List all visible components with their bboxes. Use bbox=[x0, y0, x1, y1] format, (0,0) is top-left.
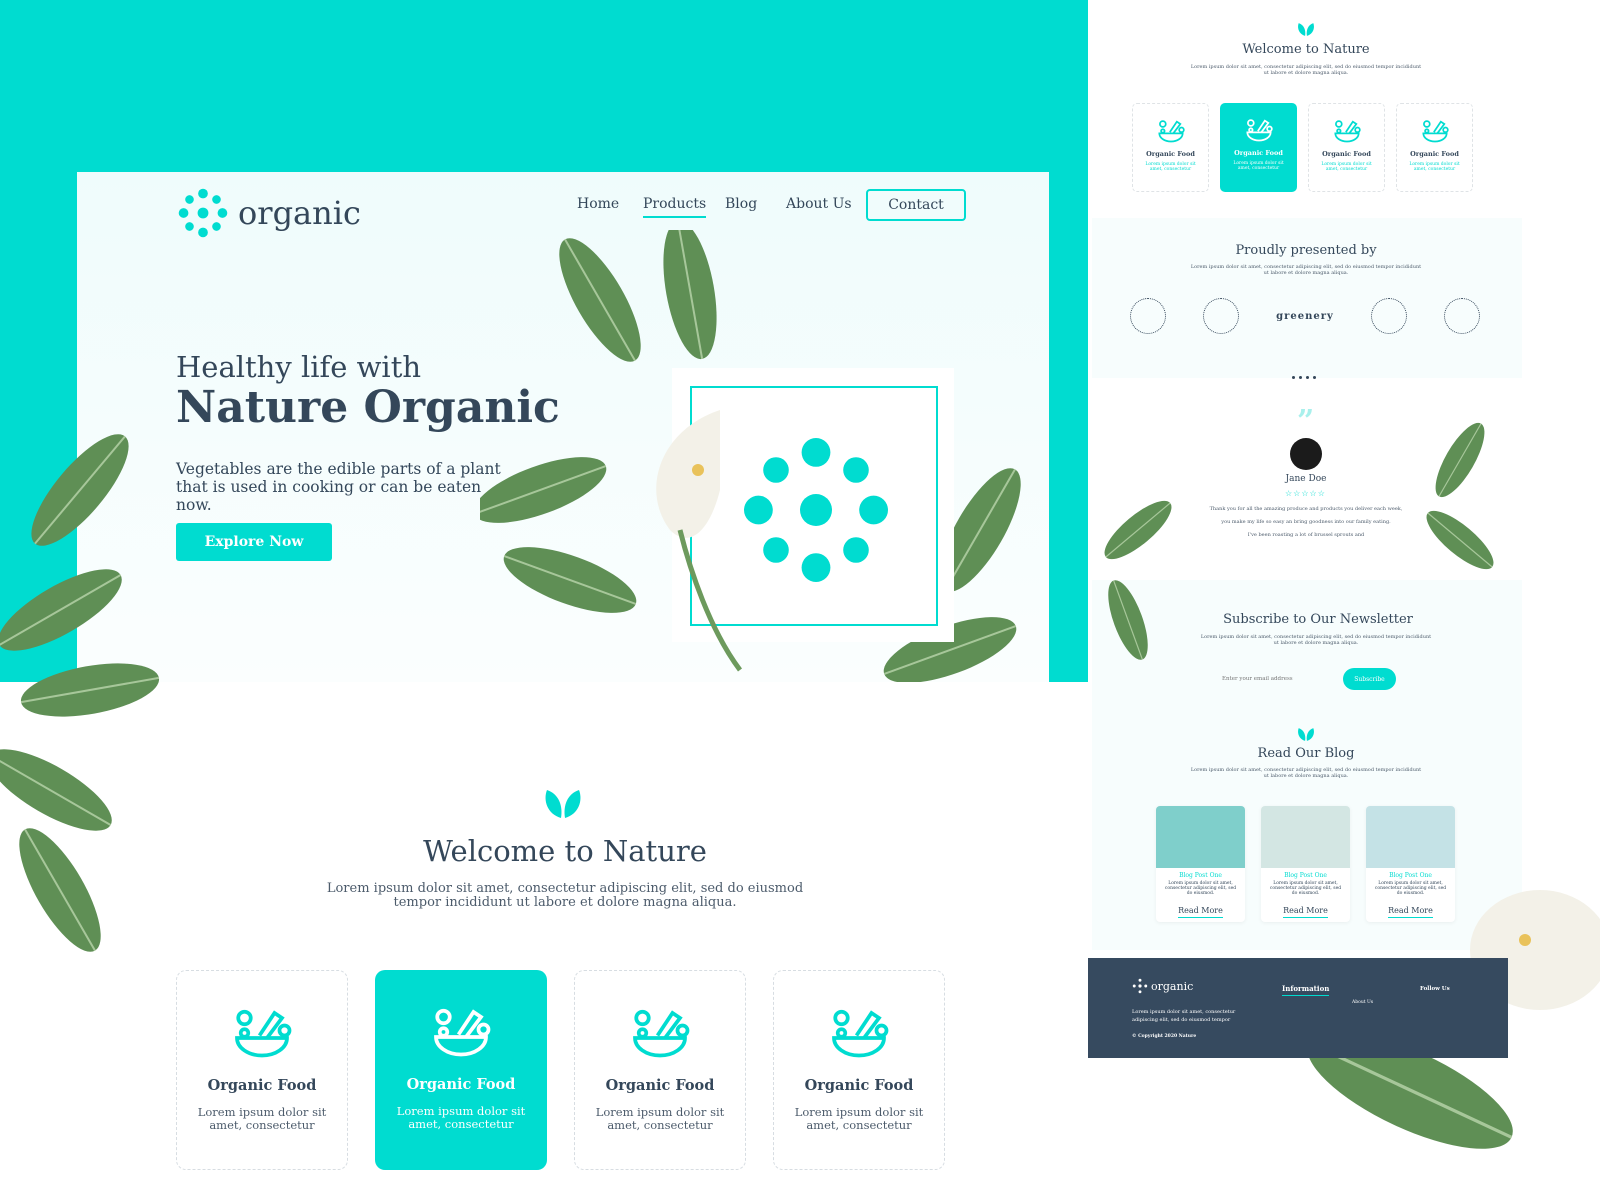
feature-cards: Organic Food Lorem ipsum dolor sit amet, … bbox=[176, 970, 945, 1170]
hero-description: Vegetables are the edible parts of a pla… bbox=[176, 460, 501, 514]
blog-post-title[interactable]: Blog Post One bbox=[1156, 872, 1245, 879]
footer-about-link[interactable]: About Us bbox=[1352, 1000, 1373, 1005]
salad-bowl-icon bbox=[832, 1009, 889, 1058]
nav-home[interactable]: Home bbox=[577, 196, 619, 212]
card-title: Organic Food bbox=[1322, 150, 1371, 158]
newsletter-text: Lorem ipsum dolor sit amet, consectetur … bbox=[1200, 634, 1432, 646]
partner-logo-greenery: greenery bbox=[1276, 310, 1334, 322]
star-rating: ☆☆☆☆☆ bbox=[1285, 489, 1326, 498]
hero-title: Nature Organic bbox=[176, 382, 560, 433]
salad-bowl-icon bbox=[1421, 120, 1449, 143]
footer: organic Lorem ipsum dolor sit amet, cons… bbox=[1088, 958, 1508, 1058]
salad-bowl-icon bbox=[633, 1009, 690, 1058]
mini-card-highlighted[interactable]: Organic Food Lorem ipsum dolor sit amet, … bbox=[1220, 103, 1297, 192]
leaf-icon bbox=[1298, 23, 1314, 36]
nav-blog[interactable]: Blog bbox=[725, 196, 757, 212]
card-title: Organic Food bbox=[804, 1077, 914, 1094]
subscribe-button[interactable]: Subscribe bbox=[1343, 668, 1396, 690]
hero-subtitle: Healthy life with bbox=[176, 350, 422, 384]
presented-text: Lorem ipsum dolor sit amet, consectetur … bbox=[1190, 264, 1422, 276]
card-title: Organic Food bbox=[1234, 149, 1283, 157]
partner-logo bbox=[1203, 298, 1240, 334]
blog-text: Lorem ipsum dolor sit amet, consectetur … bbox=[1190, 767, 1422, 779]
mini-card[interactable]: Organic Food Lorem ipsum dolor sit amet, … bbox=[1396, 103, 1473, 192]
quote-icon: ” bbox=[1297, 404, 1315, 439]
brand-name: organic bbox=[238, 194, 361, 232]
salad-bowl-icon bbox=[1245, 119, 1273, 142]
card-text: Lorem ipsum dolor sit amet, consectetur bbox=[197, 1105, 327, 1132]
copyright: © Copyright 2020 Nature bbox=[1132, 1034, 1197, 1039]
avatar bbox=[1290, 438, 1322, 470]
nav-about-us[interactable]: About Us bbox=[786, 196, 852, 212]
nav-products[interactable]: Products bbox=[643, 196, 707, 218]
card-text: Lorem ipsum dolor sit amet, consectetur bbox=[1145, 162, 1196, 172]
salad-bowl-icon bbox=[235, 1009, 292, 1058]
card-title: Organic Food bbox=[406, 1076, 516, 1093]
mini-welcome-text: Lorem ipsum dolor sit amet, consectetur … bbox=[1190, 64, 1422, 76]
welcome-text: Lorem ipsum dolor sit amet, consectetur … bbox=[326, 881, 804, 910]
partner-logo bbox=[1130, 298, 1166, 334]
presented-title: Proudly presented by bbox=[1235, 243, 1377, 258]
card-text: Lorem ipsum dolor sit amet, consectetur bbox=[1409, 162, 1460, 172]
feature-card[interactable]: Organic Food Lorem ipsum dolor sit amet, … bbox=[176, 970, 348, 1170]
partner-logo bbox=[1370, 298, 1407, 334]
leaf-icon bbox=[545, 790, 581, 818]
card-text: Lorem ipsum dolor sit amet, consectetur bbox=[1233, 161, 1284, 171]
mini-card[interactable]: Organic Food Lorem ipsum dolor sit amet, … bbox=[1308, 103, 1385, 192]
card-title: Organic Food bbox=[605, 1077, 715, 1094]
leaf-icon bbox=[1298, 728, 1314, 741]
footer-follow-heading: Follow Us bbox=[1420, 986, 1450, 992]
salad-bowl-icon bbox=[1333, 120, 1361, 143]
contact-button[interactable]: Contact bbox=[866, 189, 966, 221]
card-text: Lorem ipsum dolor sit amet, consectetur bbox=[1321, 162, 1372, 172]
footer-text: Lorem ipsum dolor sit amet, consectetur … bbox=[1132, 1009, 1236, 1023]
mini-card[interactable]: Organic Food Lorem ipsum dolor sit amet, … bbox=[1132, 103, 1209, 192]
footer-logo[interactable]: organic bbox=[1132, 978, 1193, 994]
welcome-title: Welcome to Nature bbox=[423, 834, 707, 868]
feature-card-highlighted[interactable]: Organic Food Lorem ipsum dolor sit amet, … bbox=[375, 970, 547, 1170]
carousel-dots[interactable] bbox=[1290, 364, 1318, 383]
blog-image bbox=[1156, 806, 1245, 868]
blog-title: Read Our Blog bbox=[1257, 746, 1355, 761]
blog-card[interactable]: Blog Post One Lorem ipsum dolor sit amet,… bbox=[1156, 806, 1245, 922]
newsletter-title: Subscribe to Our Newsletter bbox=[1223, 612, 1413, 627]
partner-logos: greenery bbox=[1130, 298, 1480, 334]
card-title: Organic Food bbox=[207, 1077, 317, 1094]
feature-card[interactable]: Organic Food Lorem ipsum dolor sit amet, … bbox=[773, 970, 945, 1170]
blog-image bbox=[1261, 806, 1350, 868]
explore-now-button[interactable]: Explore Now bbox=[176, 523, 332, 561]
blog-image bbox=[1366, 806, 1455, 868]
calla-lily-illustration bbox=[656, 410, 743, 672]
card-text: Lorem ipsum dolor sit amet, consectetur bbox=[794, 1105, 924, 1132]
card-text: Lorem ipsum dolor sit amet, consectetur bbox=[595, 1105, 725, 1132]
read-more-link[interactable]: Read More bbox=[1178, 906, 1223, 918]
logo-mandala-icon bbox=[178, 188, 228, 238]
card-title: Organic Food bbox=[1146, 150, 1195, 158]
card-text: Lorem ipsum dolor sit amet, consectetur bbox=[396, 1104, 526, 1131]
brand-logo[interactable]: organic bbox=[176, 186, 361, 240]
mini-welcome-title: Welcome to Nature bbox=[1242, 42, 1370, 57]
partner-logo bbox=[1443, 298, 1480, 334]
leaves-right-illustration bbox=[1417, 415, 1503, 579]
salad-bowl-icon bbox=[1157, 120, 1185, 143]
card-title: Organic Food bbox=[1410, 150, 1459, 158]
feature-card[interactable]: Organic Food Lorem ipsum dolor sit amet, … bbox=[574, 970, 746, 1170]
mini-feature-cards: Organic Food Lorem ipsum dolor sit amet, … bbox=[1132, 103, 1473, 192]
blog-post-text: Lorem ipsum dolor sit amet, consectetur … bbox=[1164, 881, 1237, 896]
email-input[interactable] bbox=[1222, 671, 1330, 687]
logo-mandala-icon bbox=[1132, 978, 1148, 994]
leaves-mid-illustration bbox=[1095, 491, 1181, 665]
salad-bowl-icon bbox=[434, 1008, 491, 1057]
footer-information-heading: Information bbox=[1282, 984, 1330, 996]
leaves-left-illustration bbox=[0, 419, 165, 964]
